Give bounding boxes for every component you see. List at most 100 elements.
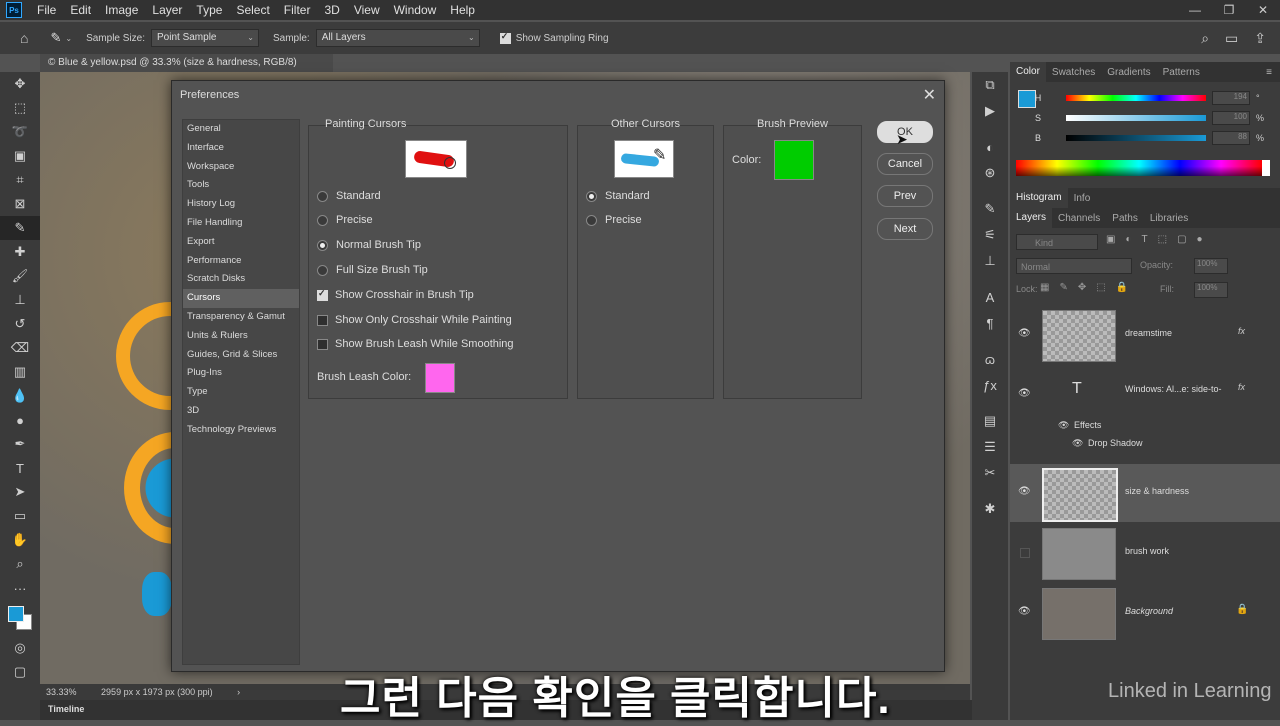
- eraser-tool-icon[interactable]: ⌫: [0, 336, 40, 360]
- menu-file[interactable]: File: [30, 3, 63, 17]
- glyphs-panel-icon[interactable]: ɷ: [972, 346, 1008, 372]
- blur-tool-icon[interactable]: 💧: [0, 384, 40, 408]
- tab-libraries[interactable]: Libraries: [1144, 213, 1194, 224]
- brush-preview-color-swatch[interactable]: [774, 140, 814, 180]
- quick-mask-icon[interactable]: ◎: [0, 636, 40, 660]
- brush-settings-icon[interactable]: ✎: [972, 196, 1008, 222]
- checkbox-brush-leash[interactable]: [317, 338, 328, 350]
- painting-option-precise[interactable]: Precise: [317, 214, 373, 226]
- nav-file-handling[interactable]: File Handling: [183, 214, 299, 233]
- checkbox-only-crosshair[interactable]: [317, 314, 328, 326]
- checkbox-crosshair[interactable]: [317, 288, 328, 301]
- check-only-crosshair-while-painting[interactable]: Show Only Crosshair While Painting: [317, 314, 512, 326]
- layer-row[interactable]: 👁 T Windows: Al...e: side-to- fx 👁 Effec…: [1010, 366, 1280, 462]
- notes-panel-icon[interactable]: ☰: [972, 434, 1008, 460]
- hue-slider[interactable]: [1066, 95, 1206, 101]
- nav-cursors[interactable]: Cursors: [183, 289, 299, 308]
- crop-tool-icon[interactable]: ⌗: [0, 168, 40, 192]
- radio-other-precise[interactable]: [586, 214, 597, 226]
- menu-window[interactable]: Window: [387, 3, 444, 17]
- minimize-icon[interactable]: —: [1178, 0, 1212, 20]
- brush-leash-color-swatch[interactable]: [425, 363, 455, 393]
- menu-image[interactable]: Image: [98, 3, 145, 17]
- visibility-eye-icon[interactable]: 👁: [1018, 388, 1031, 399]
- menu-type[interactable]: Type: [189, 3, 229, 17]
- filter-pixel-icon[interactable]: ▣: [1106, 234, 1115, 245]
- radio-other-standard[interactable]: [586, 190, 597, 202]
- menu-3d[interactable]: 3D: [317, 3, 346, 17]
- filter-type-icon[interactable]: T: [1142, 234, 1148, 245]
- 3d-panel-icon[interactable]: ✱: [972, 496, 1008, 522]
- visibility-eye-icon[interactable]: 👁: [1018, 606, 1031, 617]
- lock-position-icon[interactable]: ✥: [1078, 282, 1086, 293]
- fill-value[interactable]: 100%: [1194, 282, 1228, 298]
- layer-row-selected[interactable]: 👁 size & hardness: [1010, 464, 1280, 522]
- chevron-right-icon[interactable]: ›: [237, 687, 240, 697]
- nav-performance[interactable]: Performance: [183, 252, 299, 271]
- opacity-value[interactable]: 100%: [1194, 258, 1228, 274]
- check-crosshair-in-brush-tip[interactable]: Show Crosshair in Brush Tip: [317, 288, 474, 301]
- nav-workspace[interactable]: Workspace: [183, 158, 299, 177]
- character-panel-icon[interactable]: A: [972, 284, 1008, 310]
- menu-layer[interactable]: Layer: [145, 3, 189, 17]
- workspace-icon[interactable]: ▭: [1225, 30, 1238, 47]
- document-tab[interactable]: © Blue & yellow.psd @ 33.3% (size & hard…: [40, 54, 333, 72]
- search-icon[interactable]: ⌕: [1201, 30, 1209, 47]
- filter-adjustment-icon[interactable]: ◐: [1125, 234, 1131, 245]
- filter-shape-icon[interactable]: ⬚: [1158, 234, 1167, 245]
- visibility-eye-icon[interactable]: 👁: [1018, 328, 1031, 339]
- tab-patterns[interactable]: Patterns: [1157, 67, 1206, 78]
- painting-option-normal-brush-tip[interactable]: Normal Brush Tip: [317, 239, 421, 251]
- foreground-color-swatch[interactable]: [8, 606, 24, 622]
- next-button[interactable]: Next: [877, 218, 933, 240]
- other-option-standard[interactable]: Standard: [586, 190, 650, 202]
- paragraph-panel-icon[interactable]: ¶: [972, 310, 1008, 336]
- zoom-tool-icon[interactable]: ⌕: [0, 552, 40, 576]
- color-spectrum[interactable]: [1016, 160, 1262, 176]
- menu-view[interactable]: View: [347, 3, 387, 17]
- layer-row[interactable]: 👁 Background 🔒: [1010, 584, 1280, 642]
- layer-row[interactable]: 👁 dreamstime fx: [1010, 306, 1280, 364]
- panel-menu-icon[interactable]: ≡: [1266, 67, 1272, 78]
- effects-eye-icon[interactable]: 👁: [1058, 420, 1069, 431]
- lasso-tool-icon[interactable]: ➰: [0, 120, 40, 144]
- radio-full-size-brush-tip[interactable]: [317, 264, 328, 276]
- type-tool-icon[interactable]: T: [0, 456, 40, 480]
- nav-history-log[interactable]: History Log: [183, 195, 299, 214]
- lock-all-icon[interactable]: 🔒: [1116, 282, 1128, 293]
- cancel-button[interactable]: Cancel: [877, 153, 933, 175]
- tab-info[interactable]: Info: [1068, 193, 1097, 204]
- radio-precise[interactable]: [317, 214, 328, 226]
- visibility-eye-icon[interactable]: 👁: [1018, 486, 1031, 497]
- nav-units-rulers[interactable]: Units & Rulers: [183, 327, 299, 346]
- clone-source-icon[interactable]: ⊥: [972, 248, 1008, 274]
- tools-panel-icon[interactable]: ✂: [972, 460, 1008, 486]
- path-select-tool-icon[interactable]: ➤: [0, 480, 40, 504]
- lock-pixels-icon[interactable]: ✎: [1059, 282, 1067, 293]
- visibility-toggle-empty[interactable]: [1020, 548, 1030, 558]
- zoom-level[interactable]: 33.33%: [46, 687, 77, 697]
- healing-brush-tool-icon[interactable]: ✚: [0, 240, 40, 264]
- nav-export[interactable]: Export: [183, 233, 299, 252]
- dodge-tool-icon[interactable]: ●: [0, 408, 40, 432]
- brightness-slider[interactable]: [1066, 135, 1206, 141]
- layer-row[interactable]: brush work: [1010, 524, 1280, 582]
- libraries-panel-icon[interactable]: ▤: [972, 408, 1008, 434]
- restore-icon[interactable]: ❐: [1212, 0, 1246, 20]
- tool-preset-chevron-icon[interactable]: ⌄: [65, 34, 72, 43]
- filter-toggle-icon[interactable]: ●: [1197, 234, 1203, 245]
- clone-stamp-tool-icon[interactable]: ⊥: [0, 288, 40, 312]
- close-icon[interactable]: ✕: [923, 85, 936, 105]
- nav-plug-ins[interactable]: Plug-Ins: [183, 364, 299, 383]
- more-tools-icon[interactable]: ···: [0, 576, 40, 600]
- lock-transparent-icon[interactable]: ▦: [1040, 282, 1049, 293]
- sample-size-select[interactable]: Point Sample ⌄: [151, 29, 259, 47]
- tab-color[interactable]: Color: [1010, 62, 1046, 82]
- nav-general[interactable]: General: [183, 120, 299, 139]
- share-icon[interactable]: ⇪: [1254, 30, 1266, 47]
- gradient-tool-icon[interactable]: ▥: [0, 360, 40, 384]
- nav-3d[interactable]: 3D: [183, 402, 299, 421]
- other-option-precise[interactable]: Precise: [586, 214, 642, 226]
- eyedropper-icon[interactable]: ✎: [50, 30, 61, 46]
- pen-tool-icon[interactable]: ✒: [0, 432, 40, 456]
